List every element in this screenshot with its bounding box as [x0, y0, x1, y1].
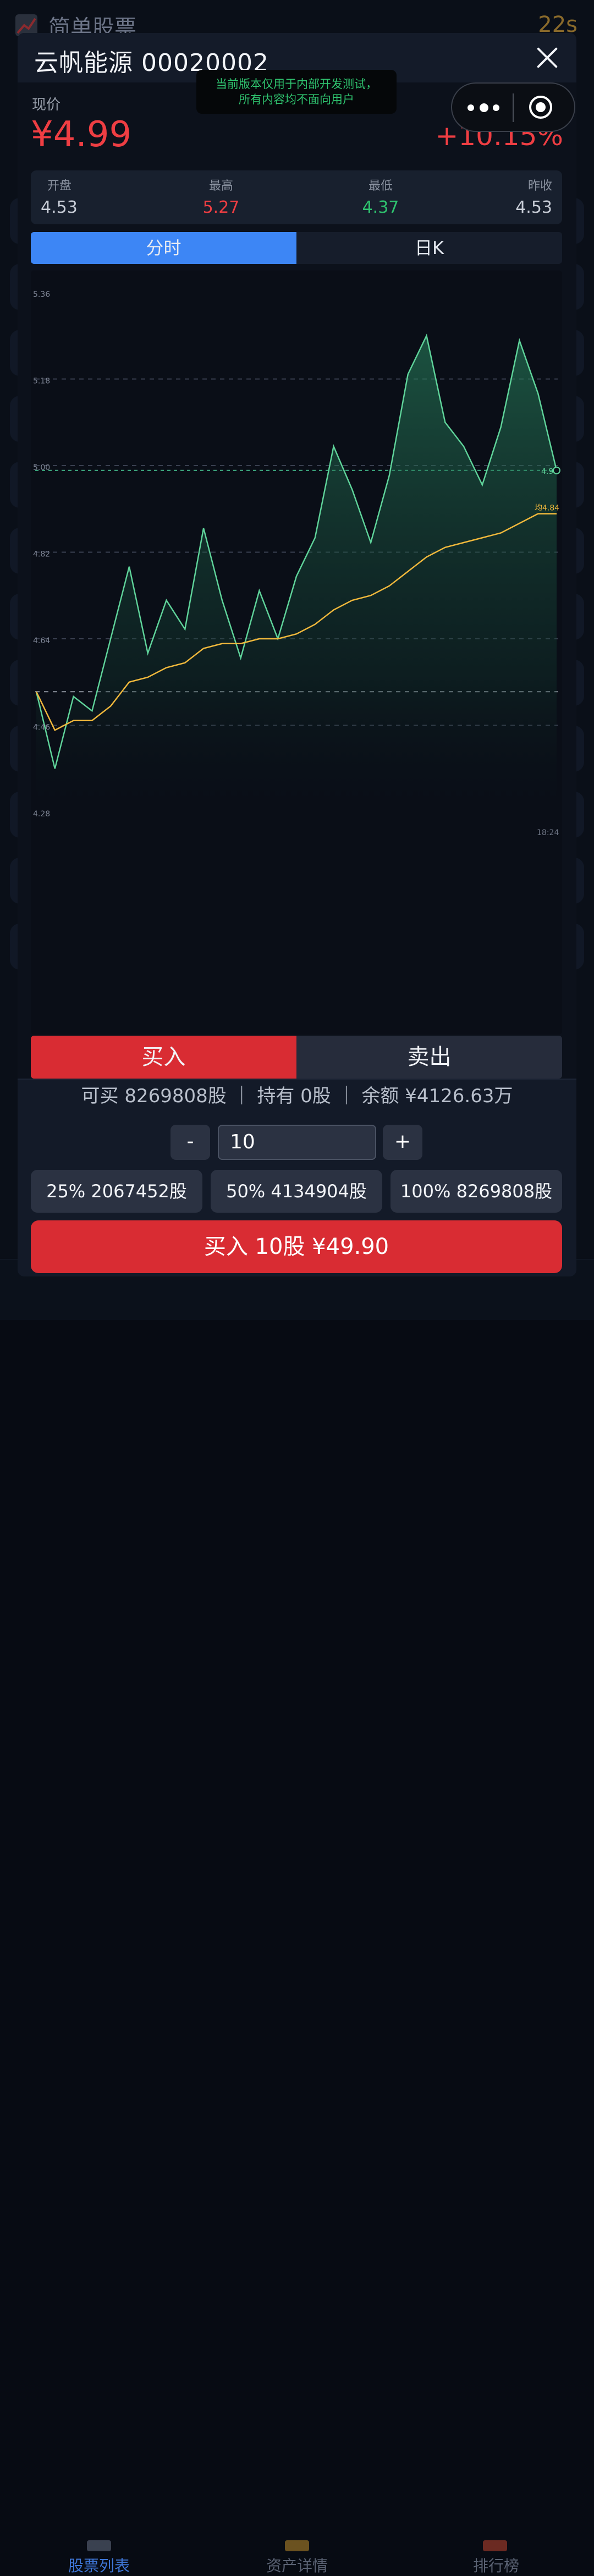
time-label: 18:24	[537, 828, 559, 837]
stat-value: 5.27	[202, 198, 240, 217]
account-info: 可买 8269808股 ｜ 持有 0股 ｜ 余额 ¥4126.63万	[81, 1085, 513, 1107]
stat-low: 最低 4.37	[359, 176, 403, 217]
confirm-buy-button[interactable]: 买入 10股 ¥49.90	[31, 1220, 562, 1273]
dev-notice-line: 所有内容均不面向用户	[239, 93, 354, 106]
quarter-position-button[interactable]: 25% 2067452股	[31, 1170, 202, 1213]
stat-value: 4.53	[515, 198, 552, 217]
price-label: 现价	[32, 97, 61, 113]
chart-tabs: 分时 日K	[31, 232, 562, 264]
close-icon[interactable]	[529, 40, 565, 76]
half-position-button[interactable]: 50% 4134904股	[211, 1170, 382, 1213]
stat-label: 开盘	[47, 179, 72, 193]
tab-sell[interactable]: 卖出	[296, 1036, 562, 1079]
price-area	[36, 335, 557, 823]
stat-label: 最高	[208, 179, 233, 193]
current-price-dot	[553, 466, 560, 474]
quantity-input[interactable]: 10	[218, 1125, 376, 1160]
stat-label: 昨收	[527, 179, 552, 193]
intraday-chart: 5.36 5.18 5.00 4.82 4.64 4.46 4.28 4.9 均4.84 18:2…	[31, 270, 562, 1035]
tab-daily-k[interactable]: 日K	[296, 232, 562, 264]
current-price-label: 4.9	[541, 467, 553, 476]
y-tick-label: 4.46	[33, 723, 50, 732]
asset-icon	[285, 2540, 309, 2551]
y-tick-label: 4.28	[33, 810, 50, 819]
stat-value: 4.53	[41, 198, 78, 217]
stat-open: 开盘 4.53	[41, 176, 78, 217]
tab-buy[interactable]: 买入	[31, 1036, 296, 1079]
tab-intraday[interactable]: 分时	[31, 232, 296, 264]
full-position-button[interactable]: 100% 8269808股	[391, 1170, 562, 1213]
bg-tab-ranking[interactable]: 排行榜	[473, 2554, 519, 2576]
stats-panel: 开盘 4.53 最高 5.27 最低 4.37 昨收 4.53	[31, 170, 562, 224]
ranking-icon	[483, 2540, 507, 2551]
miniprogram-capsule	[451, 82, 575, 132]
stat-prev-close: 昨收 4.53	[515, 176, 552, 217]
stat-label: 最低	[368, 179, 393, 193]
y-tick-label: 5.00	[33, 463, 50, 472]
stock-detail-modal: 云帆能源 00020002 现价 ¥4.99 +10.15% 开盘 4.53 最…	[18, 33, 576, 1276]
close-miniprogram-icon[interactable]	[529, 96, 552, 119]
more-icon[interactable]	[468, 103, 501, 112]
current-price: ¥4.99	[31, 114, 132, 155]
dev-notice-line: 当前版本仅用于内部开发测试，	[216, 78, 377, 91]
y-tick-label: 4.82	[33, 550, 50, 559]
stat-high: 最高 5.27	[199, 176, 243, 217]
stat-value: 4.37	[362, 198, 399, 217]
y-tick-label: 5.36	[33, 290, 50, 299]
dev-notice-banner: 当前版本仅用于内部开发测试， 所有内容均不面向用户	[196, 70, 397, 114]
list-icon	[87, 2540, 111, 2551]
y-tick-label: 4.64	[33, 637, 50, 645]
bg-tab-assets[interactable]: 资产详情	[266, 2554, 328, 2576]
bg-tab-stock-list[interactable]: 股票列表	[68, 2554, 130, 2576]
trade-panel: 可买 8269808股 ｜ 持有 0股 ｜ 余额 ¥4126.63万 - 10 …	[18, 1079, 576, 1276]
average-price-label: 均4.84	[535, 504, 559, 513]
capsule-divider	[513, 93, 514, 122]
trade-tabs: 买入 卖出	[31, 1036, 562, 1079]
chart-svg: 5.36 5.18 5.00 4.82 4.64 4.46 4.28 4.9 均4.84 18:2…	[33, 290, 560, 837]
decrement-button[interactable]: -	[170, 1125, 210, 1160]
y-tick-label: 5.18	[33, 377, 50, 386]
increment-button[interactable]: +	[383, 1125, 422, 1160]
